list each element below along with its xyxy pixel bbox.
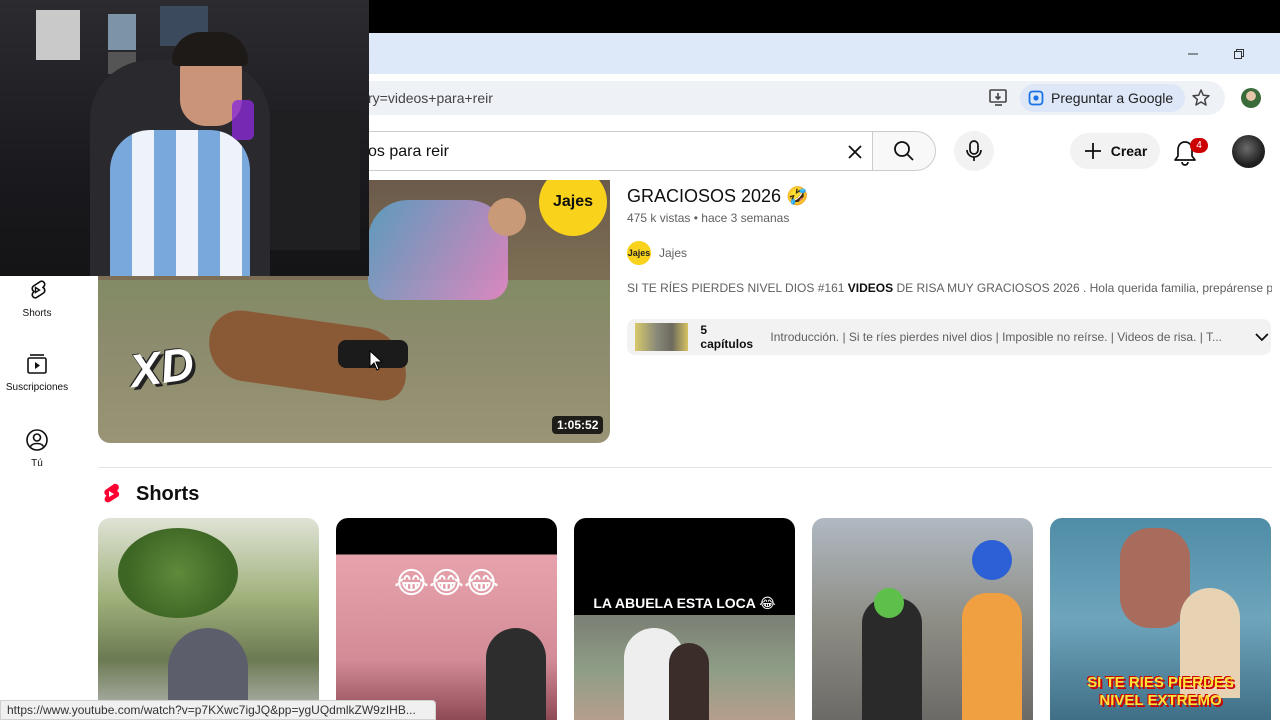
restore-icon <box>1234 48 1244 59</box>
shorts-icon <box>31 280 46 299</box>
wall-poster <box>36 10 80 60</box>
search-icon <box>894 141 914 161</box>
chapters-bar[interactable]: 5 capítulos Introducción. | Si te ríes p… <box>627 319 1271 355</box>
close-icon <box>848 145 862 159</box>
description-start: SI TE RÍES PIERDES NIVEL DIOS #161 <box>627 281 848 295</box>
voice-search-button[interactable] <box>954 131 994 171</box>
short-card[interactable]: SI TE RIES PIERDES NIVEL EXTREMO <box>1050 518 1271 720</box>
video-meta: 475 k vistas • hace 3 semanas <box>627 211 789 225</box>
short-person <box>962 593 1022 720</box>
browser-profile-avatar[interactable] <box>1241 88 1261 108</box>
search-input-value: os para reir <box>368 143 449 160</box>
video-views: 475 k vistas <box>627 211 691 225</box>
short-card[interactable] <box>812 518 1033 720</box>
short-card[interactable]: 😂😂😂 <box>336 518 557 720</box>
wall-poster <box>108 14 136 50</box>
minimize-button[interactable] <box>1170 33 1216 74</box>
mouse-cursor-icon <box>368 349 384 377</box>
ask-google-button[interactable]: Preguntar a Google <box>1020 84 1186 112</box>
short-card[interactable] <box>98 518 319 720</box>
short-card[interactable]: LA ABUELA ESTA LOCA 😂 <box>574 518 795 720</box>
sidebar-item-shorts[interactable]: Shorts <box>0 278 74 319</box>
install-app-icon[interactable] <box>989 89 1009 112</box>
person-shirt <box>110 130 250 276</box>
short-blue-hair <box>972 540 1012 580</box>
plus-icon <box>1084 143 1101 159</box>
short-clown-hair <box>874 588 904 618</box>
chapters-count: 5 capítulos <box>700 323 754 351</box>
short-person <box>486 628 546 720</box>
short-person <box>669 643 709 720</box>
short-overlay-text: LA ABUELA ESTA LOCA 😂 <box>593 595 776 611</box>
short-overlay-text: SI TE RIES PIERDES <box>1087 674 1234 691</box>
create-button[interactable]: Crear <box>1070 133 1160 169</box>
bookmark-star-icon[interactable] <box>1191 88 1211 113</box>
thumbnail-person <box>368 200 508 300</box>
chapters-list: Introducción. | Si te ríes pierdes nivel… <box>770 330 1222 344</box>
webcam-overlay <box>0 0 369 276</box>
chevron-down-icon[interactable] <box>1253 328 1271 346</box>
sidebar-item-you[interactable]: Tú <box>0 428 74 469</box>
background-furniture <box>270 110 360 250</box>
shorts-logo-icon <box>100 482 122 511</box>
microphone-icon <box>966 140 982 161</box>
shorts-section-title: Shorts <box>136 483 200 505</box>
lens-icon <box>1028 90 1044 106</box>
thumbnail-head <box>488 198 526 236</box>
browser-titlebar <box>368 33 1280 74</box>
chapter-thumbnail <box>635 323 689 351</box>
minimize-icon <box>1188 53 1198 54</box>
short-overlay-text: NIVEL EXTREMO <box>1099 692 1222 709</box>
create-label: Crear <box>1110 143 1148 159</box>
user-icon <box>26 429 48 451</box>
sidebar-item-label: Suscripciones <box>5 382 69 393</box>
microphone <box>232 100 254 140</box>
video-age: hace 3 semanas <box>701 211 790 225</box>
subscriptions-icon <box>27 354 47 374</box>
sidebar-item-subscriptions[interactable]: Suscripciones <box>0 352 74 393</box>
channel-avatar[interactable]: Jajes <box>627 241 651 265</box>
ask-google-label: Preguntar a Google <box>1051 90 1174 106</box>
account-avatar[interactable] <box>1232 135 1265 168</box>
short-tree <box>118 528 238 618</box>
status-bar-url: https://www.youtube.com/watch?v=p7KXwc7i… <box>0 700 436 720</box>
thumbnail-overlay-text: XD <box>126 336 198 398</box>
person-hair <box>172 32 248 66</box>
video-title[interactable]: GRACIOSOS 2026 🤣 <box>627 186 808 207</box>
channel-row[interactable]: Jajes Jajes <box>627 241 687 265</box>
search-button[interactable] <box>872 131 936 171</box>
clear-search-button[interactable] <box>838 135 872 169</box>
sidebar-item-label: Tú <box>31 458 43 469</box>
notification-badge: 4 <box>1190 138 1208 153</box>
channel-name[interactable]: Jajes <box>659 246 687 260</box>
sidebar-item-label: Shorts <box>22 308 52 319</box>
description-end: DE RISA MUY GRACIOSOS 2026 . Hola querid… <box>893 281 1272 295</box>
restore-button[interactable] <box>1216 33 1262 74</box>
short-overlay-text: 😂😂😂 <box>393 567 500 600</box>
address-bar-url: ry=videos+para+reir <box>368 90 493 106</box>
video-description: SI TE RÍES PIERDES NIVEL DIOS #161 VIDEO… <box>627 281 1272 295</box>
description-highlight: VIDEOS <box>847 281 894 295</box>
video-duration-badge: 1:05:52 <box>552 416 604 434</box>
section-divider <box>98 467 1272 468</box>
